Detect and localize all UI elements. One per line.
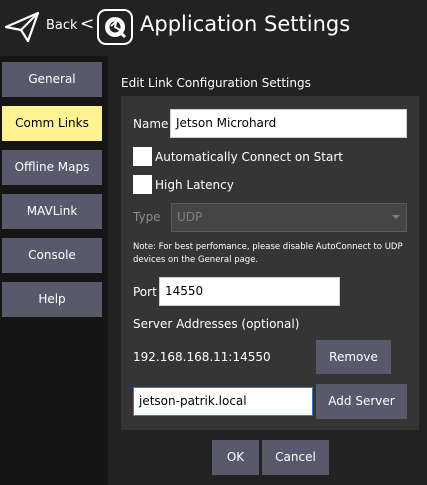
type-select-value: UDP (177, 210, 203, 224)
paper-plane-icon[interactable] (4, 10, 40, 44)
server-address-entry: 192.168.168.11:14550 (133, 350, 271, 364)
sidebar-item-help[interactable]: Help (2, 282, 102, 317)
auto-connect-checkbox[interactable] (133, 147, 152, 166)
port-field[interactable]: 14550 (159, 277, 340, 306)
name-field[interactable]: Jetson Microhard (170, 109, 407, 138)
add-server-button[interactable]: Add Server (316, 384, 407, 419)
auto-connect-label: Automatically Connect on Start (155, 150, 343, 164)
high-latency-checkbox[interactable] (133, 175, 152, 194)
section-title: Edit Link Configuration Settings (121, 76, 311, 90)
ok-button[interactable]: OK (212, 440, 259, 475)
udp-note: Note: For best perfomance, please disabl… (133, 242, 403, 265)
sidebar-item-offline-maps[interactable]: Offline Maps (2, 150, 102, 185)
port-label: Port (133, 285, 157, 299)
page-title: Application Settings (140, 12, 351, 36)
high-latency-label: High Latency (155, 178, 234, 192)
qgc-logo-icon (97, 9, 133, 45)
new-server-field[interactable]: jetson-patrik.local (133, 387, 313, 416)
sidebar-item-mavlink[interactable]: MAVLink (2, 194, 102, 229)
sidebar-item-console[interactable]: Console (2, 238, 102, 273)
back-button[interactable]: Back (46, 18, 78, 33)
type-label: Type (133, 210, 161, 224)
sidebar-item-general[interactable]: General (2, 62, 102, 97)
type-select[interactable]: UDP (171, 203, 407, 232)
back-chevron: < (80, 14, 95, 34)
remove-button[interactable]: Remove (316, 340, 391, 374)
app-header: Back < Application Settings (0, 0, 427, 56)
sidebar-item-comm-links[interactable]: Comm Links (2, 106, 102, 141)
cancel-button[interactable]: Cancel (262, 440, 329, 475)
chevron-down-icon (392, 215, 400, 219)
name-label: Name (133, 117, 169, 131)
sidebar: General Comm Links Offline Maps MAVLink … (0, 56, 108, 485)
server-addresses-label: Server Addresses (optional) (133, 317, 300, 331)
